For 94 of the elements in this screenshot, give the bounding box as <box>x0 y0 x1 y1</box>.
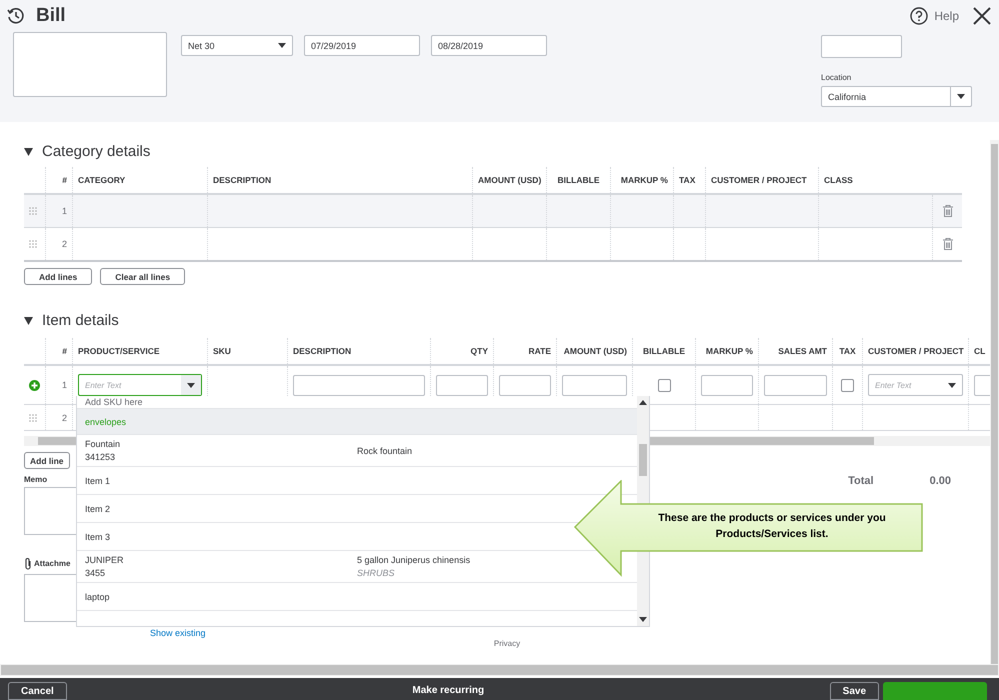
column-header: CUSTOMER / PROJECT <box>862 338 968 364</box>
drag-handle-icon[interactable] <box>29 240 37 248</box>
section-title: Item details <box>42 312 119 329</box>
caret-icon <box>187 382 195 388</box>
product-name: envelopes <box>85 416 128 426</box>
paperclip-icon <box>24 557 32 570</box>
caret-icon <box>948 382 956 388</box>
product-sku: 341253 <box>85 452 116 462</box>
section-title: Category details <box>42 143 150 160</box>
show-existing-link[interactable]: Show existing <box>150 628 206 638</box>
cancel-button[interactable]: Cancel <box>8 682 67 700</box>
column-header: # <box>45 338 72 364</box>
billable-checkbox[interactable] <box>658 378 670 392</box>
total-label: Total <box>848 475 874 489</box>
description-field[interactable] <box>293 374 425 396</box>
product-name: JUNIPER <box>85 555 125 565</box>
column-header: CLASS <box>818 167 932 193</box>
caret-icon <box>957 94 965 99</box>
column-header: MARKUP % <box>695 338 758 364</box>
product-name: Item 3 <box>85 532 112 542</box>
bill-date-field[interactable]: 07/29/2019 <box>304 35 420 56</box>
help-link[interactable]: Help <box>934 9 959 23</box>
sales-amount-field[interactable] <box>764 374 827 396</box>
make-recurring-link[interactable]: Make recurring <box>412 685 484 696</box>
column-header: SALES AMT <box>758 338 832 364</box>
amount-field[interactable] <box>562 374 627 396</box>
dropdown-item[interactable]: Fountain 341253 Rock fountain <box>77 435 637 467</box>
column-header: DESCRIPTION <box>207 167 472 193</box>
caret-icon[interactable] <box>24 316 33 324</box>
vertical-scrollbar[interactable] <box>990 140 999 664</box>
column-header: AMOUNT (USD) <box>472 167 546 193</box>
row-number: 1 <box>45 195 72 227</box>
column-header: CATEGORY <box>72 167 207 193</box>
location-label: Location <box>821 73 852 82</box>
column-header: MARKUP % <box>610 167 673 193</box>
product-name: Item 1 <box>85 476 112 486</box>
add-line-button[interactable]: Add line <box>24 452 70 469</box>
terms-dropdown[interactable]: Net 30 <box>181 35 293 56</box>
column-header: TAX <box>832 338 862 364</box>
history-icon <box>6 6 26 26</box>
window-title: Bill <box>36 5 66 27</box>
privacy-link[interactable]: Privacy <box>24 639 990 648</box>
scroll-down-icon[interactable] <box>639 617 647 622</box>
input-field[interactable] <box>821 35 902 58</box>
table-button[interactable]: Clear all lines <box>100 268 186 285</box>
column-header: SKU <box>207 338 287 364</box>
memo-label: Memo <box>24 475 48 484</box>
column-header: QTY <box>430 338 493 364</box>
product-name: laptop <box>85 592 111 602</box>
callout-text: These are the products or services under you Products/Services list. <box>657 511 887 542</box>
product-description: 5 gallon Juniperus chinensis <box>357 555 472 565</box>
caret-icon[interactable] <box>24 148 33 156</box>
column-header: # <box>45 167 72 193</box>
add-icon[interactable] <box>29 378 40 392</box>
dropdown-item[interactable]: laptop <box>77 583 637 611</box>
close-icon[interactable] <box>973 7 991 25</box>
row-number: 1 <box>45 366 72 404</box>
drag-handle-icon[interactable] <box>29 414 37 422</box>
product-name: Item 2 <box>85 504 112 514</box>
column-header: BILLABLE <box>632 338 695 364</box>
trash-icon[interactable] <box>942 205 952 217</box>
column-header: RATE <box>493 338 556 364</box>
location-dropdown[interactable]: California <box>821 86 972 107</box>
attachments-label: Attachme <box>34 559 70 568</box>
qty-field[interactable] <box>436 374 488 396</box>
tax-checkbox[interactable] <box>841 378 854 392</box>
drag-handle-icon[interactable] <box>29 207 37 215</box>
column-header: CUSTOMER / PROJECT <box>705 167 818 193</box>
row-number: 2 <box>45 228 72 260</box>
save-button[interactable]: Save <box>830 682 880 700</box>
product-category: SHRUBS <box>357 568 396 578</box>
help-icon[interactable] <box>910 7 928 25</box>
horizontal-scrollbar[interactable] <box>0 664 999 676</box>
column-header: PRODUCT/SERVICE <box>72 338 207 364</box>
trash-icon[interactable] <box>942 238 952 250</box>
column-header: TAX <box>673 167 705 193</box>
table-button[interactable]: Add lines <box>24 268 92 285</box>
caret-icon <box>278 43 286 48</box>
scrollbar-thumb[interactable] <box>639 444 647 476</box>
save-menu-button[interactable] <box>883 682 988 700</box>
total-value: 0.00 <box>930 475 951 489</box>
product-sku: 3455 <box>85 568 106 578</box>
address-field[interactable] <box>13 32 167 97</box>
due-date-field[interactable]: 08/28/2019 <box>431 35 547 56</box>
column-header: BILLABLE <box>546 167 610 193</box>
product-name: Fountain <box>85 439 122 449</box>
markup-field[interactable] <box>701 374 753 396</box>
rate-field[interactable] <box>499 374 551 396</box>
column-header: AMOUNT (USD) <box>556 338 632 364</box>
product-name: Add SKU here <box>85 397 144 407</box>
product-description: Rock fountain <box>357 446 414 456</box>
column-header: DESCRIPTION <box>287 338 430 364</box>
scroll-up-icon[interactable] <box>639 400 647 405</box>
row-number: 2 <box>45 405 72 430</box>
